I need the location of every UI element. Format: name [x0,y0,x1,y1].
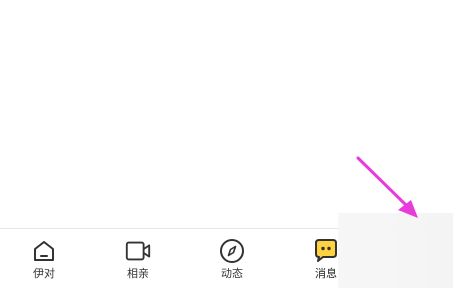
arrow-pointer-icon [356,156,418,218]
